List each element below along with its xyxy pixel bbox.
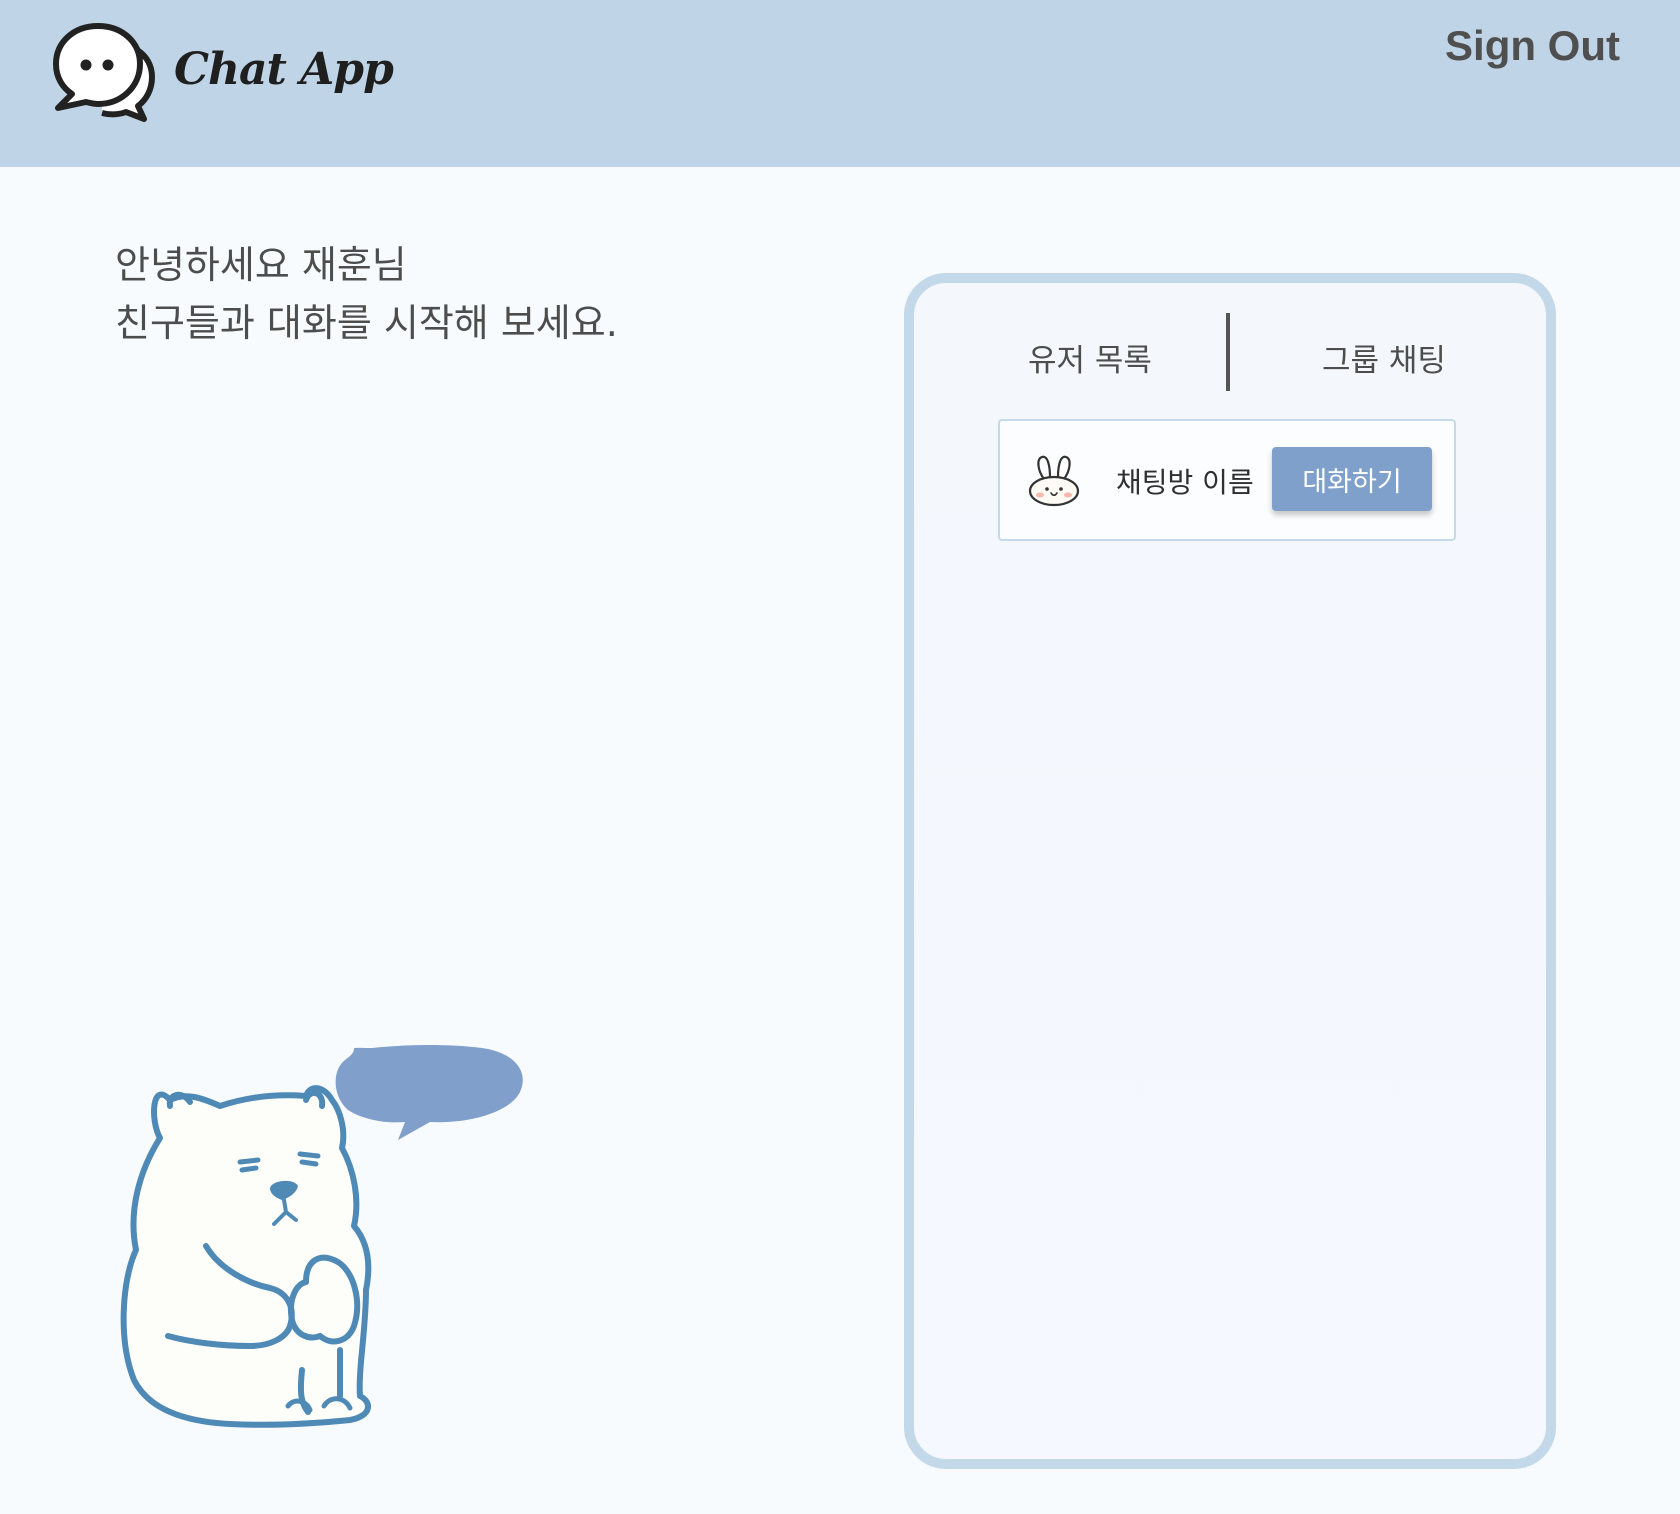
- app-logo[interactable]: Chat App: [52, 22, 394, 122]
- panel-tabs: 유저 목록 그룹 채팅: [914, 313, 1546, 393]
- greeting-line-1: 안녕하세요 재훈님: [115, 243, 407, 287]
- tab-divider: [1226, 313, 1230, 391]
- bunny-icon: [1028, 455, 1080, 507]
- greeting-text: 안녕하세요 재훈님 친구들과 대화를 시작해 보세요.: [115, 236, 618, 352]
- start-chat-button[interactable]: 대화하기: [1272, 447, 1432, 511]
- tab-user-list[interactable]: 유저 목록: [1028, 335, 1152, 380]
- tab-group-chat[interactable]: 그룹 채팅: [1322, 335, 1446, 380]
- chat-room-item: 채팅방 이름 대화하기: [998, 419, 1456, 541]
- sign-out-button[interactable]: Sign Out: [1445, 22, 1620, 70]
- chat-list-panel: 유저 목록 그룹 채팅 채팅방 이름 대화하기: [904, 273, 1556, 1469]
- chat-bubbles-icon: [53, 23, 155, 122]
- chat-room-name: 채팅방 이름: [1116, 466, 1254, 499]
- app-header: Chat App Sign Out: [0, 0, 1680, 167]
- greeting-line-2: 친구들과 대화를 시작해 보세요.: [115, 301, 618, 345]
- speech-bubble-icon: [335, 1045, 523, 1140]
- polar-bear-illustration: [120, 1045, 523, 1428]
- app-logo-text: Chat App: [174, 44, 394, 95]
